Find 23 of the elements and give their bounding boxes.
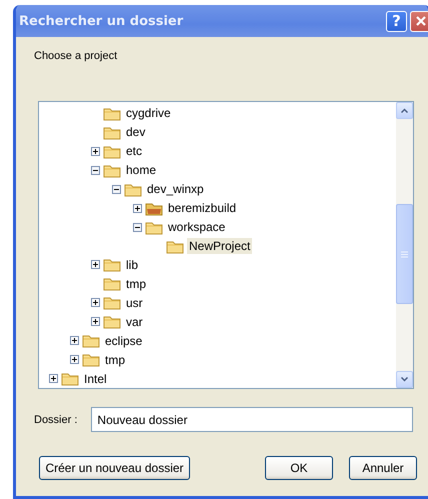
ok-button[interactable]: OK <box>265 456 333 480</box>
tree-item[interactable]: cygdrive <box>124 105 173 122</box>
tree-item[interactable]: etc <box>124 143 144 160</box>
tree-item[interactable]: dev_winxp <box>145 181 206 198</box>
tree-item[interactable]: eclipse <box>103 332 144 349</box>
tree-item[interactable]: dev <box>124 124 148 140</box>
tree-item[interactable]: workspace <box>166 219 228 236</box>
folder-label: Dossier : <box>34 414 78 426</box>
tree-item[interactable]: Intel <box>82 370 109 387</box>
prompt-text: Choose a project <box>34 50 118 62</box>
tree-item[interactable]: tmp <box>124 276 148 292</box>
tree-item[interactable]: var <box>124 314 145 330</box>
tree-item[interactable]: home <box>124 162 158 178</box>
folder-name-field[interactable]: Nouveau dossier <box>91 407 414 432</box>
help-button[interactable]: ? <box>386 10 407 32</box>
tree-item[interactable]: tmp <box>103 352 128 368</box>
new-folder-button[interactable]: Créer un nouveau dossier <box>39 456 190 480</box>
cancel-button[interactable]: Annuler <box>349 456 417 480</box>
tree-item[interactable]: usr <box>124 294 145 311</box>
tree-item[interactable]: NewProject <box>187 238 252 254</box>
tree-item[interactable]: beremizbuild <box>166 200 238 216</box>
window-title: Rechercher un dossier <box>19 14 184 28</box>
tree-item[interactable]: lib <box>124 256 140 273</box>
